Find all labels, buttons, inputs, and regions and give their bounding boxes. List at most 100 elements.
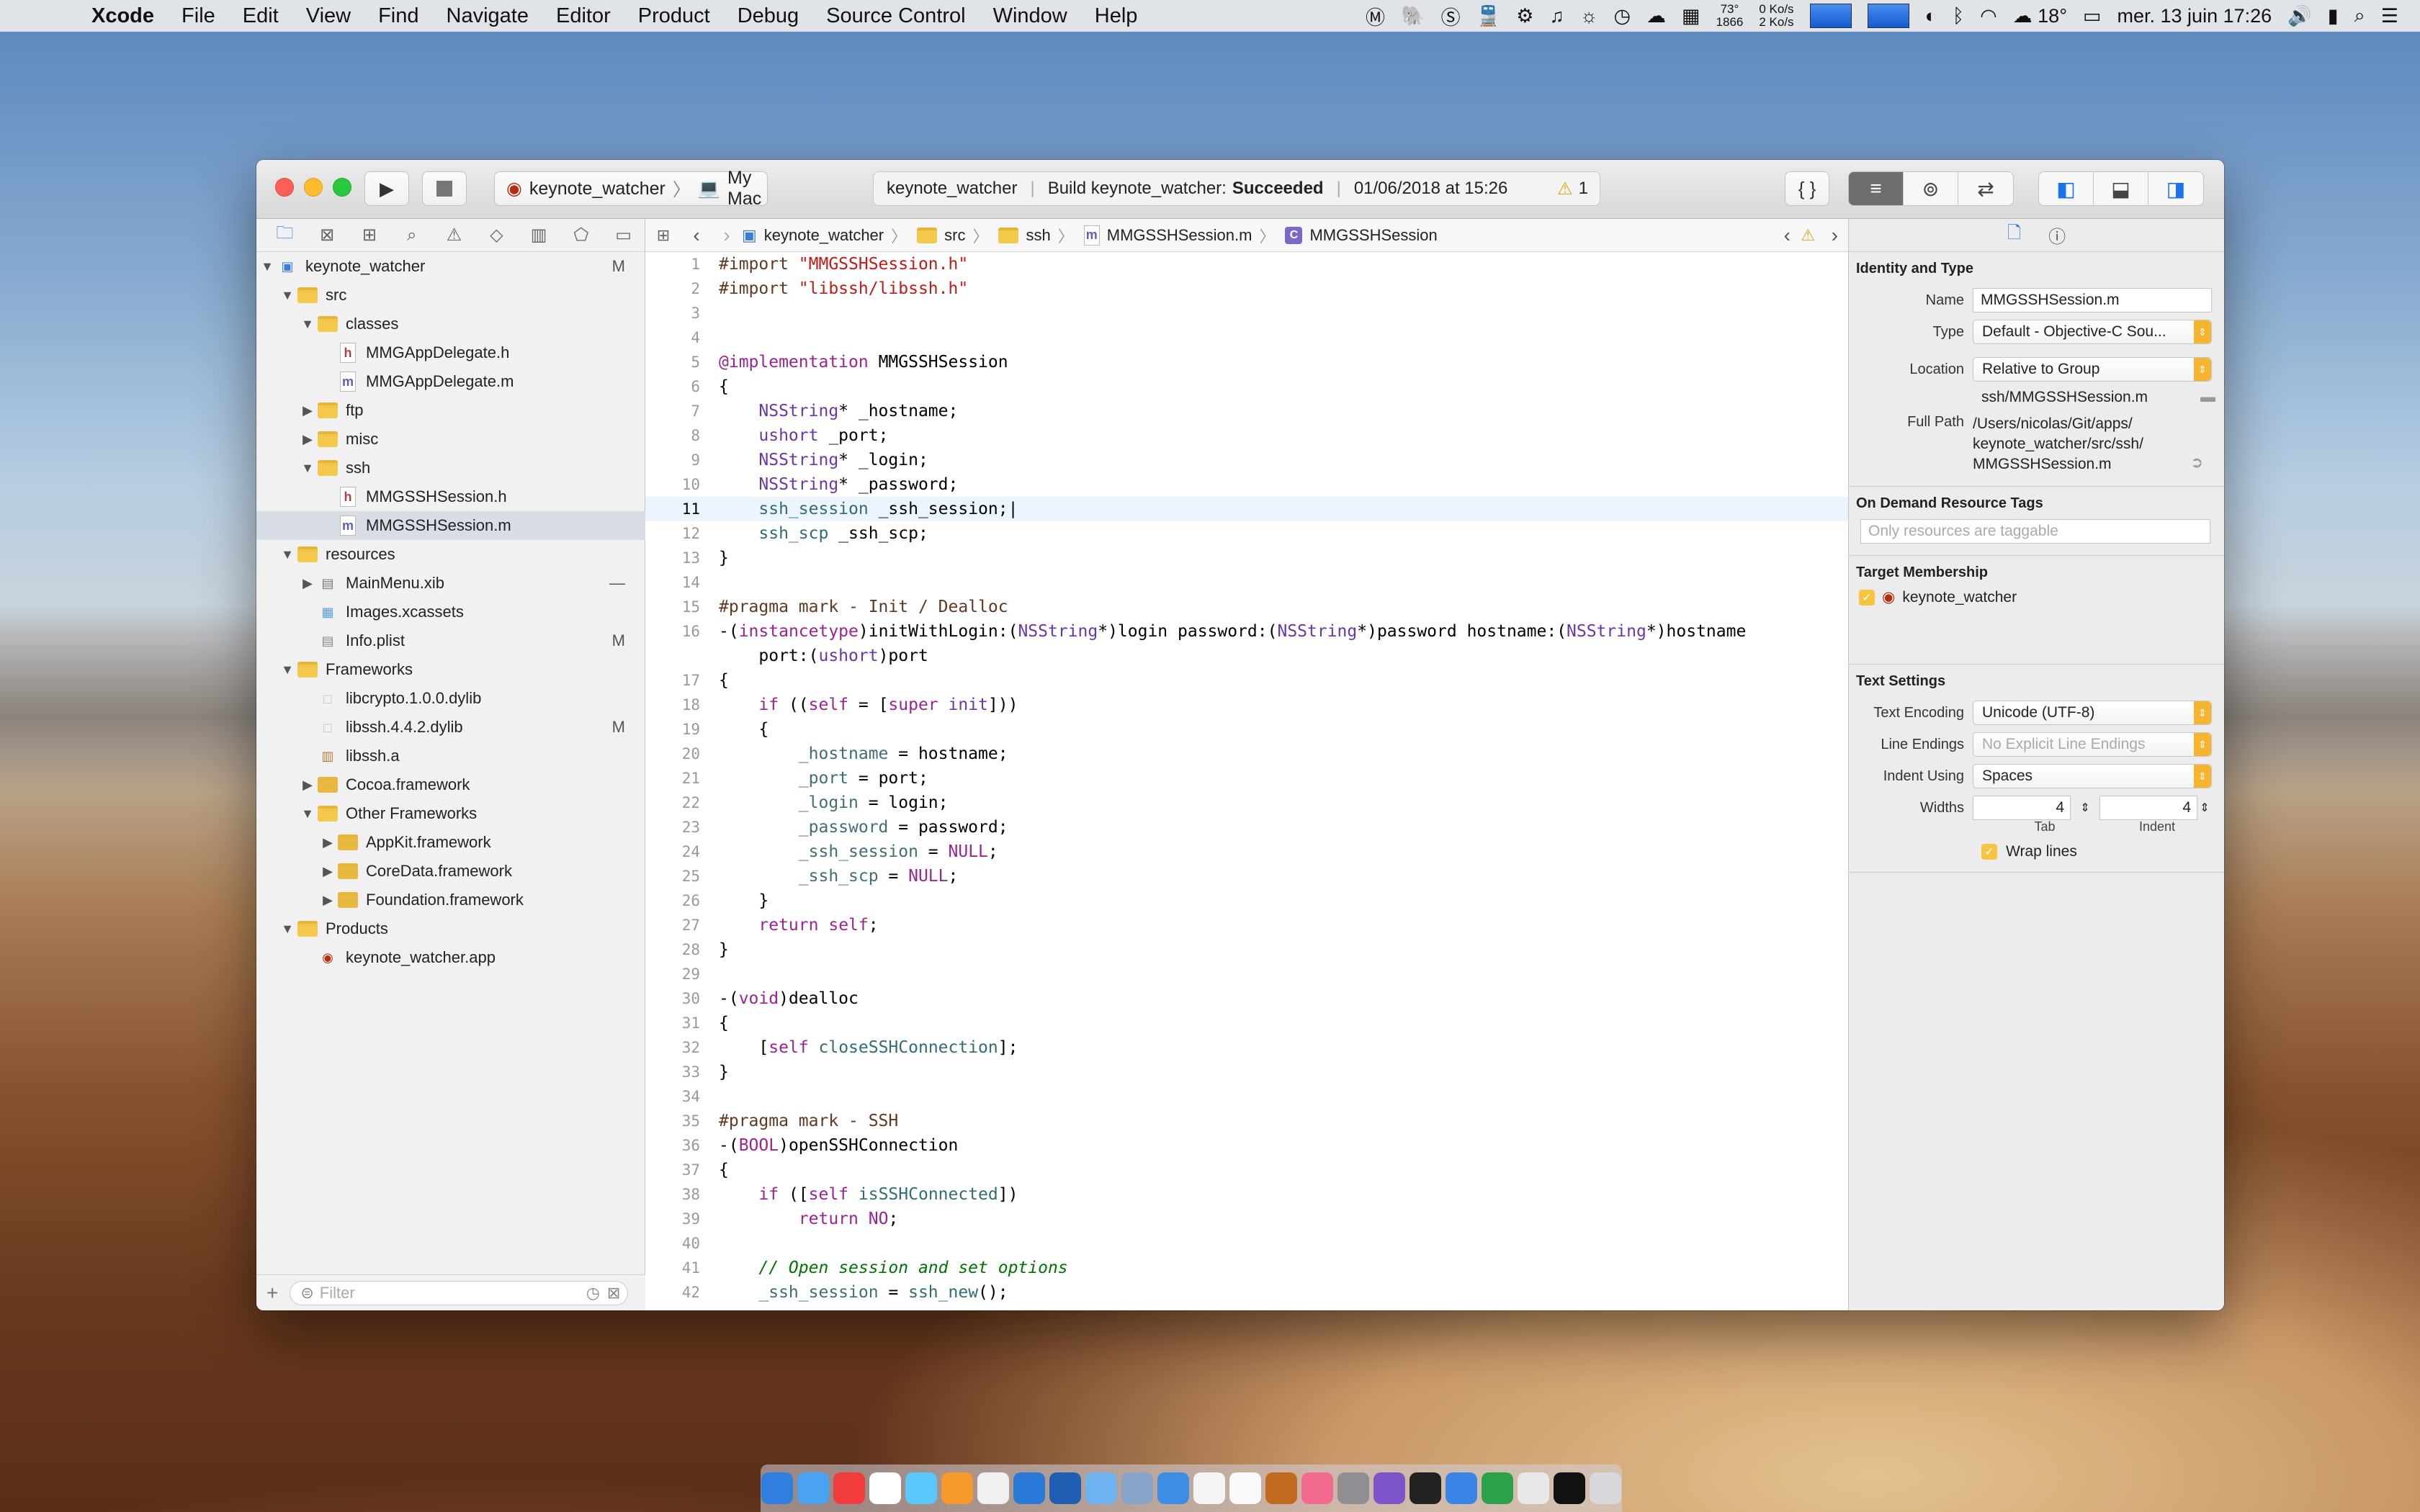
stepper-icon[interactable]: ⇕ <box>2197 801 2212 815</box>
menu-find[interactable]: Find <box>364 4 432 28</box>
clock[interactable]: mer. 13 juin 17:26 <box>2118 5 2272 27</box>
tree-item-file[interactable]: ◻ libssh.4.4.2.dylib M <box>256 713 645 742</box>
warning-count[interactable]: ⚠ 1 <box>1557 179 1588 199</box>
app-icon[interactable] <box>1373 1472 1405 1504</box>
cpu-monitor-icon[interactable]: ▦ <box>1682 5 1700 27</box>
brightness-icon[interactable]: ☼ <box>1580 5 1598 27</box>
project-navigator-tab-icon[interactable]: 🗀 <box>264 220 306 250</box>
scheme-selector[interactable]: ◉ keynote_watcher 〉 💻 My Mac <box>494 168 768 209</box>
app-icon[interactable] <box>1265 1472 1297 1504</box>
back-icon[interactable]: ‹ <box>681 224 712 247</box>
tree-item-framework[interactable]: ▶ Foundation.framework <box>256 886 645 914</box>
disclosure-open-icon[interactable]: ▼ <box>278 547 297 562</box>
tree-item-other-frameworks[interactable]: ▼ Other Frameworks <box>256 799 645 828</box>
breakpoint-tab-icon[interactable]: ⬠ <box>560 225 602 246</box>
location-popup[interactable]: Relative to Group ⇕ <box>1973 357 2212 382</box>
disclosure-open-icon[interactable]: ▼ <box>298 806 317 822</box>
tree-item-resources[interactable]: ▼ resources <box>256 540 645 569</box>
disclosure-closed-icon[interactable]: ▶ <box>318 893 337 908</box>
toggle-debug-area-button[interactable]: ⬓ <box>2094 172 2148 205</box>
music-icon[interactable] <box>1301 1472 1333 1504</box>
menu-file[interactable]: File <box>168 4 229 28</box>
menu-window[interactable]: Window <box>980 4 1081 28</box>
app-icon[interactable] <box>1049 1472 1081 1504</box>
tree-item-file[interactable]: h MMGSSHSession.h <box>256 482 645 511</box>
stepper-icon[interactable]: ⇕ <box>2071 801 2099 815</box>
app-icon[interactable] <box>1554 1472 1585 1504</box>
menu-app[interactable]: Xcode <box>78 4 168 28</box>
recent-files-icon[interactable]: ◷ <box>586 1284 600 1302</box>
indent-width-field[interactable]: 4 <box>2099 796 2197 820</box>
reminders-icon[interactable] <box>977 1472 1009 1504</box>
standard-editor-button[interactable]: ≡ <box>1849 172 1904 205</box>
navigator-filter-input[interactable]: ⊜ Filter ◷ ⊠ <box>290 1280 629 1305</box>
disclosure-closed-icon[interactable]: ▶ <box>298 432 317 447</box>
tree-item-misc[interactable]: ▶ misc <box>256 425 645 454</box>
menu-edit[interactable]: Edit <box>229 4 292 28</box>
line-endings-popup[interactable]: No Explicit Line Endings ⇕ <box>1973 732 2212 757</box>
menu-help[interactable]: Help <box>1081 4 1152 28</box>
tab-width-field[interactable]: 4 <box>1973 796 2071 820</box>
warning-icon[interactable]: ⚠ <box>1801 226 1815 245</box>
tree-item-file[interactable]: m MMGAppDelegate.m <box>256 367 645 396</box>
scm-filter-icon[interactable]: ⊠ <box>607 1284 620 1302</box>
app-icon[interactable] <box>1482 1472 1513 1504</box>
breadcrumb-file[interactable]: m MMGSSHSession.m 〉 <box>1083 224 1275 247</box>
zoom-window-button[interactable] <box>333 178 351 197</box>
terminal-icon[interactable] <box>1410 1472 1441 1504</box>
cpu-graph-icon[interactable] <box>1809 4 1852 28</box>
status-item-icon[interactable]: Ⓜ <box>1366 2 1385 30</box>
report-tab-icon[interactable]: ▭ <box>602 225 645 246</box>
file-inspector-tab-icon[interactable]: 🗋 <box>2007 220 2021 250</box>
app-icon[interactable] <box>1013 1472 1045 1504</box>
weather-readout[interactable]: ☁ 18° <box>2013 5 2067 27</box>
safari-icon[interactable] <box>761 1472 793 1504</box>
issue-tab-icon[interactable]: ⚠ <box>433 225 475 246</box>
indent-using-popup[interactable]: Spaces ⇕ <box>1973 764 2212 788</box>
calendar-icon[interactable] <box>869 1472 901 1504</box>
tree-item-products[interactable]: ▼ Products <box>256 914 645 943</box>
wifi-icon[interactable]: ◠ <box>1980 5 1997 27</box>
run-button[interactable]: ▶ <box>364 171 409 206</box>
wrap-lines-option[interactable]: ✓ Wrap lines <box>1856 843 2217 860</box>
volume-icon[interactable]: 🔊 <box>2287 4 2312 27</box>
disclosure-open-icon[interactable]: ▼ <box>278 288 297 303</box>
close-window-button[interactable] <box>275 178 294 197</box>
add-icon[interactable]: + <box>266 1282 278 1305</box>
bluetooth-icon[interactable]: ᛒ <box>1953 5 1964 27</box>
tree-item-ftp[interactable]: ▶ ftp <box>256 396 645 425</box>
disclosure-closed-icon[interactable]: ▶ <box>318 864 337 879</box>
code-snippet-button[interactable]: { } <box>1785 171 1829 206</box>
wrap-lines-checkbox[interactable]: ✓ <box>1981 844 1997 860</box>
tree-item-ssh[interactable]: ▼ ssh <box>256 454 645 482</box>
previous-issue-icon[interactable]: ‹ <box>1784 224 1791 247</box>
tree-item-file[interactable]: ▶ ▤ MainMenu.xib — <box>256 569 645 598</box>
xcode-dock-icon[interactable] <box>1157 1472 1189 1504</box>
tree-item-file[interactable]: ▥ libssh.a <box>256 742 645 770</box>
keyboard-icon[interactable]: ▭ <box>2083 5 2102 27</box>
activity-viewer[interactable]: keynote_watcher | Build keynote_watcher:… <box>873 171 1600 206</box>
quick-help-tab-icon[interactable]: ⓘ <box>2048 222 2066 248</box>
menu-navigate[interactable]: Navigate <box>433 4 542 28</box>
tree-item-classes[interactable]: ▼ classes <box>256 310 645 338</box>
toggle-utilities-button[interactable]: ◨ <box>2148 172 2203 205</box>
sync-icon[interactable]: ⚙ <box>1516 5 1533 27</box>
next-issue-icon[interactable]: › <box>1832 224 1838 247</box>
menu-editor[interactable]: Editor <box>542 4 624 28</box>
version-editor-button[interactable]: ⇄ <box>1958 172 2013 205</box>
tree-item-file[interactable]: ▤ Info.plist M <box>256 626 645 655</box>
test-tab-icon[interactable]: ◇ <box>475 225 518 246</box>
tree-item-file[interactable]: h MMGAppDelegate.h <box>256 338 645 367</box>
trash-icon[interactable] <box>1590 1472 1621 1504</box>
file-type-popup[interactable]: Default - Objective-C Sou... ⇕ <box>1973 320 2212 344</box>
odr-tags-field[interactable]: Only resources are taggable <box>1860 519 2210 544</box>
menu-product[interactable]: Product <box>624 4 724 28</box>
tree-item-project[interactable]: ▼ ▣ keynote_watcher M <box>256 252 645 281</box>
menu-source-control[interactable]: Source Control <box>812 4 979 28</box>
text-encoding-popup[interactable]: Unicode (UTF-8) ⇕ <box>1973 701 2212 725</box>
tree-item-file[interactable]: ▦ Images.xcassets <box>256 598 645 626</box>
disclosure-open-icon[interactable]: ▼ <box>298 461 317 476</box>
debug-tab-icon[interactable]: ▥ <box>518 225 560 246</box>
reveal-in-finder-icon[interactable]: ➲ <box>2190 453 2203 473</box>
menu-debug[interactable]: Debug <box>724 4 812 28</box>
